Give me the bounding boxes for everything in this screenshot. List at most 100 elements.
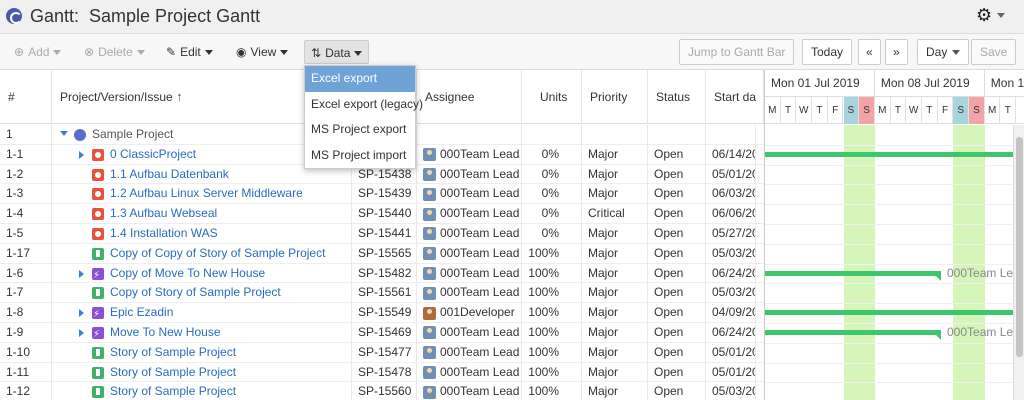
issue-title[interactable]: Story of Sample Project — [110, 363, 236, 382]
units-cell: 0% — [522, 164, 582, 185]
issue-title[interactable]: 1.2 Aufbau Linux Server Middleware — [110, 184, 303, 203]
gantt-bar[interactable] — [765, 310, 1013, 316]
epic-type-icon — [92, 305, 104, 323]
priority-cell: Major — [582, 303, 648, 323]
gantt-bar[interactable] — [765, 270, 941, 276]
issue-title[interactable]: Copy of Copy of Story of Sample Project — [110, 244, 325, 263]
gantt-row-line — [765, 323, 1024, 324]
start-date-cell: 06/24/20 — [706, 263, 756, 284]
gear-icon[interactable]: ⚙ — [976, 5, 992, 26]
row-number: 1-8 — [0, 303, 52, 323]
table-row[interactable]: 1-8 Epic Ezadin SP-15549 001Developer 100%Ma… — [0, 303, 764, 323]
table-row[interactable]: 1-11 Story of Sample Project SP-15478 000Te… — [0, 362, 764, 383]
column-header-priority[interactable]: Priority — [582, 70, 648, 124]
view-button[interactable]: ◉ View — [230, 40, 294, 64]
sort-arrows-icon: ⇅ — [311, 46, 322, 60]
assignee-name: 000Team Lead — [440, 166, 520, 181]
issue-cell[interactable]: Story of Sample Project — [52, 362, 352, 383]
avatar — [423, 346, 436, 360]
issue-title[interactable]: Story of Sample Project — [110, 382, 236, 400]
column-header-units[interactable]: Units — [522, 70, 582, 124]
issue-cell[interactable]: 1.2 Aufbau Linux Server Middleware — [52, 184, 352, 205]
column-header-status[interactable]: Status — [648, 70, 706, 124]
issue-key: SP-15440 — [352, 204, 417, 224]
issue-title[interactable]: Move To New House — [110, 323, 221, 342]
issue-cell[interactable]: Epic Ezadin — [52, 303, 352, 323]
issue-title[interactable]: 0 ClassicProject — [110, 145, 196, 164]
assignee-name: 000Team Lead — [440, 206, 520, 221]
today-button[interactable]: Today — [802, 39, 853, 65]
table-row[interactable]: 1-17 Copy of Copy of Story of Sample Proj… — [0, 243, 764, 264]
chevron-down-icon[interactable] — [997, 13, 1005, 18]
priority-cell: Major — [582, 184, 648, 205]
next-button[interactable]: » — [885, 39, 908, 65]
start-date-cell: 04/09/20 — [706, 303, 756, 323]
avatar — [423, 227, 436, 241]
issue-cell[interactable]: Copy of Story of Sample Project — [52, 283, 352, 304]
table-row[interactable]: 1-5 1.4 Installation WAS SP-15441 000Team L… — [0, 224, 764, 244]
issue-cell[interactable]: Story of Sample Project — [52, 342, 352, 363]
issue-title[interactable]: 1.3 Aufbau Webseal — [110, 204, 217, 223]
expand-icon[interactable] — [79, 269, 84, 278]
table-row[interactable]: 1-3 1.2 Aufbau Linux Server Middleware SP-… — [0, 184, 764, 205]
expand-icon[interactable] — [79, 309, 84, 318]
issue-cell[interactable]: Story of Sample Project — [52, 382, 352, 400]
avatar — [423, 306, 436, 320]
data-menu-item[interactable]: MS Project export — [305, 117, 415, 143]
page-title: Gantt: Sample Project Gantt — [30, 6, 261, 26]
gantt-bar[interactable] — [765, 151, 1013, 157]
scrollbar-thumb[interactable] — [1016, 137, 1023, 357]
issue-cell[interactable]: 1.4 Installation WAS — [52, 224, 352, 244]
issue-title[interactable]: 1.1 Aufbau Datenbank — [110, 165, 229, 184]
epic-type-icon — [92, 325, 104, 343]
bug-type-icon — [92, 148, 104, 161]
add-label: Add — [28, 45, 50, 59]
data-menu-item[interactable]: Excel export (legacy) — [305, 92, 423, 118]
prev-button[interactable]: « — [858, 39, 881, 65]
assignee-name: 000Team Lead — [440, 146, 520, 161]
issue-title[interactable]: Story of Sample Project — [110, 343, 236, 362]
table-row[interactable]: 1-10 Story of Sample Project SP-15477 000Te… — [0, 342, 764, 363]
issue-title[interactable]: Copy of Story of Sample Project — [110, 283, 281, 302]
gantt-day-label: T — [812, 97, 828, 124]
start-date-cell: 06/06/20 — [706, 204, 756, 224]
table-row[interactable]: 1-7 Copy of Story of Sample Project SP-155… — [0, 283, 764, 304]
table-row[interactable]: 1-12 Story of Sample Project SP-15560 000Te… — [0, 382, 764, 400]
delete-button[interactable]: ⊗ Delete — [78, 40, 151, 64]
column-header-assignee[interactable]: Assignee — [417, 70, 522, 124]
issue-cell[interactable]: 1.3 Aufbau Webseal — [52, 204, 352, 224]
table-row[interactable]: 1-6 Copy of Move To New House SP-15482 000T… — [0, 263, 764, 284]
issue-title[interactable]: Epic Ezadin — [110, 303, 173, 322]
column-header-start-date[interactable]: Start da — [706, 70, 764, 124]
jump-to-gantt-bar-button[interactable]: Jump to Gantt Bar — [679, 39, 795, 65]
scale-select[interactable]: Day — [917, 39, 970, 65]
issue-cell[interactable]: Move To New House — [52, 323, 352, 343]
table-row[interactable]: 1-9 Move To New House SP-15469 000Team Lead… — [0, 323, 764, 343]
gantt-day-label: M — [875, 97, 891, 124]
bug-type-icon — [92, 168, 104, 181]
delete-icon: ⊗ — [84, 45, 95, 59]
save-button[interactable]: Save — [971, 39, 1017, 65]
collapse-icon[interactable] — [60, 131, 68, 136]
edit-button[interactable]: ✎ Edit — [160, 40, 219, 64]
add-button[interactable]: ⊕ Add — [8, 40, 67, 64]
delete-label: Delete — [98, 45, 133, 59]
gantt-day-label: S — [859, 97, 875, 124]
data-button[interactable]: ⇅ Data — [304, 40, 370, 64]
issue-cell[interactable]: Copy of Copy of Story of Sample Project — [52, 243, 352, 264]
column-header-number[interactable]: # — [0, 70, 52, 124]
expand-icon[interactable] — [79, 329, 84, 337]
gantt-bar[interactable] — [765, 330, 941, 335]
issue-title[interactable]: 1.4 Installation WAS — [110, 224, 218, 243]
table-row[interactable]: 1-4 1.3 Aufbau Webseal SP-15440 000Team Lea… — [0, 204, 764, 224]
priority-cell: Major — [582, 283, 648, 304]
data-menu-item[interactable]: MS Project import — [305, 143, 415, 169]
gantt-scrollbar[interactable] — [1013, 125, 1024, 400]
issue-cell[interactable]: Copy of Move To New House — [52, 263, 352, 284]
gantt-day-label: T — [781, 97, 797, 124]
data-menu-item[interactable]: Excel export — [305, 66, 415, 92]
units-cell: 100% — [522, 283, 582, 304]
expand-icon[interactable] — [79, 150, 84, 159]
gantt-row-line — [765, 303, 1024, 305]
issue-title[interactable]: Copy of Move To New House — [110, 264, 265, 283]
